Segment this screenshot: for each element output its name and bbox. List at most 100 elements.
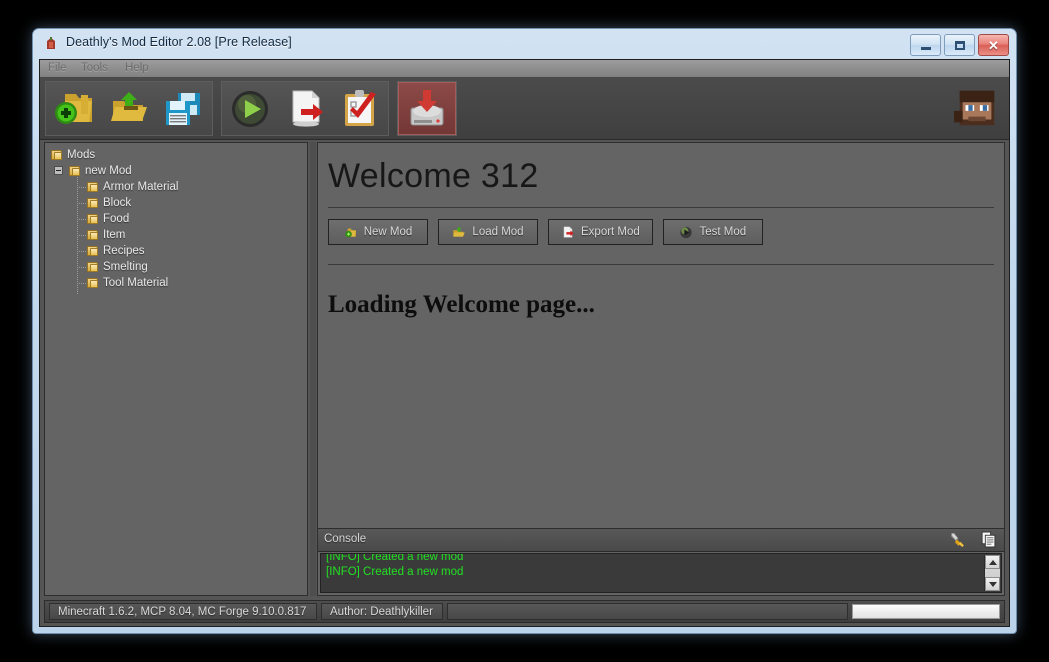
status-author: Author: Deathlykiller	[321, 603, 443, 620]
screen: Deathly's Mod Editor 2.08 [Pre Release] …	[0, 0, 1049, 662]
document-export-icon	[292, 90, 323, 127]
button-label: Test Mod	[699, 226, 747, 238]
app-icon	[47, 37, 55, 49]
console-line: [INFO] Created a new mod	[326, 553, 464, 563]
install-toolbar-button[interactable]	[398, 82, 456, 135]
status-progress-bar	[852, 604, 1000, 619]
close-icon: ✕	[988, 37, 999, 53]
console-panel: Console [INFO] Created a new mod [INFO] …	[318, 528, 1004, 595]
tree-item-label: Block	[103, 197, 132, 209]
tree-item-label: Item	[103, 229, 126, 241]
divider-top	[328, 207, 994, 208]
folder-add-icon	[345, 227, 356, 237]
folder-open-icon	[453, 226, 466, 237]
panel-splitter[interactable]	[310, 142, 316, 596]
tree-item-recipes[interactable]: Recipes	[45, 243, 307, 259]
status-bar: Minecraft 1.6.2, MCP 8.04, MC Forge 9.10…	[44, 600, 1005, 623]
tree-item-armor-material[interactable]: Armor Material	[45, 179, 307, 195]
toolbar	[40, 78, 1009, 140]
status-version-info: Minecraft 1.6.2, MCP 8.04, MC Forge 9.10…	[49, 603, 317, 620]
checklist-toolbar-button[interactable]	[332, 82, 387, 135]
folder-icon	[87, 262, 98, 272]
export-toolbar-button[interactable]	[277, 82, 332, 135]
load-mod-toolbar-button[interactable]	[101, 82, 156, 135]
new-mod-toolbar-button[interactable]	[46, 82, 101, 135]
window-title: Deathly's Mod Editor 2.08 [Pre Release]	[66, 35, 292, 49]
tree-item-mods[interactable]: Mods	[45, 147, 307, 163]
loading-status-text: Loading Welcome page...	[328, 291, 595, 318]
tree-item-food[interactable]: Food	[45, 211, 307, 227]
app-window: Deathly's Mod Editor 2.08 [Pre Release] …	[32, 28, 1017, 634]
main-panel: Welcome 312 New Mod Load Mod Export Mod …	[317, 142, 1005, 596]
play-icon	[680, 226, 693, 238]
title-bar[interactable]: Deathly's Mod Editor 2.08 [Pre Release] …	[33, 29, 1016, 59]
copy-console-icon[interactable]	[980, 531, 997, 548]
save-mod-toolbar-button[interactable]	[156, 82, 211, 135]
welcome-button-row: New Mod Load Mod Export Mod Test Mod	[328, 219, 763, 245]
tree-item-label: Mods	[67, 149, 96, 161]
console-actions	[949, 531, 997, 548]
tree-item-label: Armor Material	[103, 181, 179, 193]
tree-item-label: Recipes	[103, 245, 145, 257]
window-controls: ✕	[910, 34, 1009, 56]
menu-item-tools[interactable]: Tools	[81, 62, 108, 74]
toolbar-group-run	[221, 81, 389, 136]
collapse-expander-icon[interactable]	[54, 166, 63, 175]
scroll-up-button[interactable]	[985, 555, 1000, 569]
menu-item-file[interactable]: File	[48, 62, 67, 74]
close-button[interactable]: ✕	[978, 34, 1009, 56]
console-output[interactable]: [INFO] Created a new mod [INFO] Created …	[320, 553, 1002, 593]
console-title: Console	[324, 533, 367, 545]
folder-icon	[87, 198, 98, 208]
new-mod-button[interactable]: New Mod	[328, 219, 428, 245]
tree-item-label: Smelting	[103, 261, 148, 273]
folder-icon	[51, 150, 62, 160]
test-mod-button[interactable]: Test Mod	[662, 219, 763, 245]
console-scrollbar[interactable]	[984, 555, 1000, 591]
tree-item-item[interactable]: Item	[45, 227, 307, 243]
client-area: File Tools Help Mods new Mod Armor Mater…	[39, 59, 1010, 627]
mod-tree-panel[interactable]: Mods new Mod Armor Material Block Food I…	[44, 142, 308, 596]
minimize-icon	[920, 46, 931, 50]
menu-item-help[interactable]: Help	[125, 62, 149, 74]
menu-bar: File Tools Help	[40, 60, 1009, 78]
hard-drive-download-icon	[410, 89, 444, 125]
play-icon	[231, 90, 268, 127]
tree-item-tool-material[interactable]: Tool Material	[45, 275, 307, 291]
tree-item-label: Tool Material	[103, 277, 169, 289]
folder-add-icon	[54, 93, 92, 124]
page-title: Welcome 312	[328, 157, 539, 195]
export-mod-button[interactable]: Export Mod	[548, 219, 653, 245]
tree-item-label: new Mod	[85, 165, 132, 177]
folder-open-icon	[110, 91, 147, 121]
button-label: Export Mod	[581, 226, 640, 238]
toolbar-group-file	[45, 81, 213, 136]
folder-icon	[87, 214, 98, 224]
minimize-button[interactable]	[910, 34, 941, 56]
tree-item-new-mod[interactable]: new Mod	[45, 163, 307, 179]
console-header: Console	[318, 529, 1004, 552]
toolbar-group-install	[397, 81, 457, 136]
clear-console-icon[interactable]	[949, 531, 966, 548]
tree-item-smelting[interactable]: Smelting	[45, 259, 307, 275]
tree-item-block[interactable]: Block	[45, 195, 307, 211]
divider-bottom	[328, 264, 994, 265]
mod-tree: Mods new Mod Armor Material Block Food I…	[45, 147, 307, 295]
folder-icon	[87, 246, 98, 256]
tree-item-label: Food	[103, 213, 130, 225]
folder-icon	[87, 182, 98, 192]
scroll-down-button[interactable]	[985, 577, 1000, 591]
load-mod-button[interactable]: Load Mod	[438, 219, 538, 245]
folder-icon	[87, 230, 98, 240]
welcome-page: Welcome 312 New Mod Load Mod Export Mod …	[318, 143, 1004, 529]
folder-icon	[87, 278, 98, 288]
button-label: Load Mod	[472, 226, 524, 238]
maximize-button[interactable]	[944, 34, 975, 56]
run-toolbar-button[interactable]	[222, 82, 277, 135]
maximize-icon	[954, 40, 965, 50]
console-line: [INFO] Created a new mod	[326, 566, 464, 578]
floppy-save-icon	[165, 92, 200, 125]
folder-icon	[69, 166, 80, 176]
clipboard-check-icon	[344, 89, 376, 126]
minecraft-head-icon	[954, 90, 995, 126]
